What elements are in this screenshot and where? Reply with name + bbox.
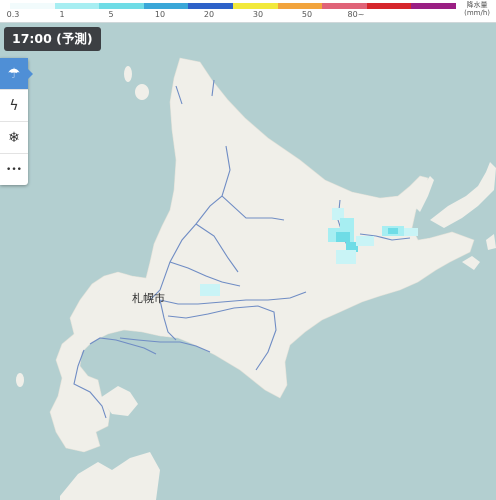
- city-label-sapporo: 札幌市: [132, 292, 165, 305]
- legend-tick-label: 10: [154, 10, 166, 19]
- rain-cloud-icon: ☂: [7, 65, 21, 82]
- legend-tick-label: 20: [203, 10, 215, 19]
- legend-swatch-1: [54, 3, 100, 9]
- rishiri-island: [135, 84, 149, 100]
- snowflake-icon: ❄: [8, 129, 20, 146]
- legend-unit: 降水量 (mm/h): [464, 1, 490, 17]
- legend-tick-label: 50: [301, 10, 313, 19]
- legend-swatch-3: [143, 3, 189, 9]
- menu-item-snowflake[interactable]: ❄: [0, 122, 28, 154]
- menu-item-rain-cloud[interactable]: ☂: [0, 58, 33, 90]
- menu-item-lightning[interactable]: ϟ: [0, 90, 28, 122]
- legend-tick-label: 30: [252, 10, 264, 19]
- legend-color-bar: [10, 3, 456, 9]
- rebun-island: [124, 66, 132, 82]
- legend-tick-label: 1: [59, 10, 65, 19]
- legend-tick-label: 80~: [347, 10, 365, 19]
- layer-menu: ☂ ϟ ❄ •••: [0, 58, 33, 185]
- legend-tick-label: 0.3: [6, 10, 20, 19]
- legend-swatch-5: [232, 3, 278, 9]
- lightning-icon: ϟ: [9, 97, 19, 114]
- legend-swatch-0: [10, 3, 55, 9]
- okushiri-island: [16, 373, 24, 387]
- legend-swatch-2: [99, 3, 144, 9]
- menu-item-more[interactable]: •••: [0, 154, 28, 185]
- legend-swatch-8: [366, 3, 412, 9]
- legend-swatch-9: [411, 3, 456, 9]
- legend-swatch-4: [188, 3, 233, 9]
- hokkaido-map[interactable]: [0, 0, 496, 500]
- legend-swatch-7: [322, 3, 367, 9]
- forecast-time-chip[interactable]: 17:00 (予測): [4, 27, 101, 51]
- legend-swatch-6: [277, 3, 323, 9]
- more-icon: •••: [6, 164, 22, 175]
- legend-tick-label: 5: [108, 10, 114, 19]
- precipitation-legend: 0.3 1 5 10 20 30 50 80~ 降水量 (mm/h): [0, 0, 496, 23]
